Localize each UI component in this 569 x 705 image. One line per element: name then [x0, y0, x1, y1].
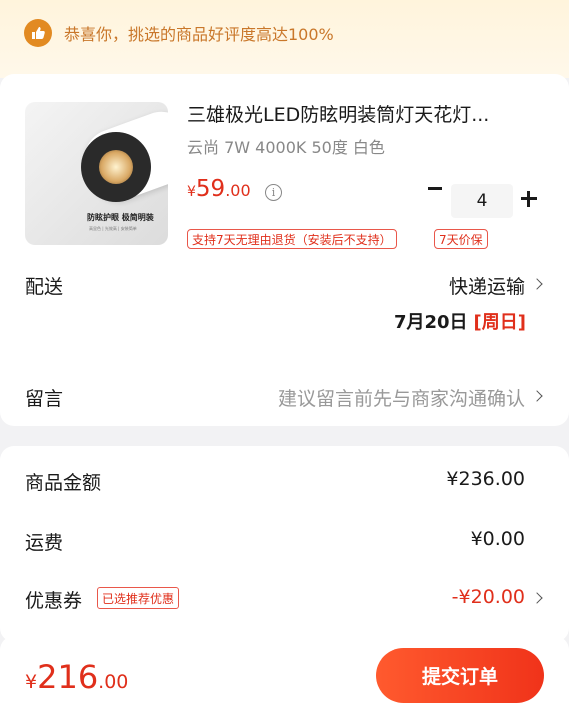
thumbs-up-icon: [24, 19, 52, 47]
message-input[interactable]: 建议留言前先与商家沟通确认: [278, 384, 525, 411]
return-policy-tag: 支持7天无理由退货（安装后不支持）: [187, 229, 397, 249]
image-subcaption: 高显色 | 光效高 | 安装简单: [89, 226, 137, 231]
price-integer: 59: [195, 176, 226, 202]
product-spec[interactable]: 云尚 7W 4000K 50度 白色: [187, 134, 385, 158]
goods-amount-label: 商品金额: [25, 472, 102, 494]
coupon-label: 优惠券: [25, 590, 83, 612]
unit-price: ¥ 59 .00: [187, 176, 251, 202]
product-title[interactable]: 三雄极光LED防眩明装筒灯天花灯...: [187, 100, 547, 127]
delivery-weekday: [周日]: [473, 312, 526, 333]
message-label: 留言: [25, 388, 64, 410]
quantity-input[interactable]: 4: [451, 184, 513, 218]
freight-value: ¥0.00: [470, 528, 525, 550]
info-icon[interactable]: i: [265, 184, 282, 201]
total-decimal: .00: [98, 671, 129, 693]
chevron-right-icon[interactable]: [531, 390, 543, 402]
goods-amount-value: ¥236.00: [446, 468, 525, 490]
total-price: ¥ 216 .00: [25, 658, 128, 696]
coupon-discount-value[interactable]: -¥20.00: [452, 586, 525, 608]
image-caption: 防眩护眼 极简明装: [87, 213, 154, 222]
product-image[interactable]: 防眩护眼 极简明装 高显色 | 光效高 | 安装简单: [25, 102, 168, 245]
checkout-bar: ¥ 216 .00 提交订单: [0, 636, 569, 705]
product-card: 防眩护眼 极简明装 高显色 | 光效高 | 安装简单 三雄极光LED防眩明装筒灯…: [0, 74, 569, 426]
total-symbol: ¥: [25, 671, 38, 693]
coupon-badge: 已选推荐优惠: [97, 587, 180, 609]
chevron-right-icon[interactable]: [531, 592, 543, 604]
submit-order-button[interactable]: 提交订单: [376, 648, 544, 703]
price-protection-tag: 7天价保: [434, 229, 488, 249]
delivery-date: 7月20日 [周日]: [394, 308, 526, 334]
price-decimal: .00: [225, 181, 251, 200]
quantity-increase-button[interactable]: [521, 191, 537, 207]
price-symbol: ¥: [187, 184, 196, 200]
lamp-head: [81, 132, 151, 202]
delivery-date-text: 7月20日: [393, 312, 468, 333]
quantity-decrease-button[interactable]: [428, 187, 442, 190]
freight-label: 运费: [25, 532, 64, 554]
shipping-method[interactable]: 快递运输: [449, 272, 525, 299]
banner-text: 恭喜你，挑选的商品好评度高达100%: [64, 25, 334, 44]
shipping-label: 配送: [25, 276, 64, 298]
total-integer: 216: [37, 658, 99, 696]
lamp-light: [99, 150, 133, 184]
chevron-right-icon[interactable]: [531, 278, 543, 290]
price-summary-card: 商品金额 ¥236.00 运费 ¥0.00 优惠券 已选推荐优惠 -¥20.00: [0, 446, 569, 642]
promo-banner: 恭喜你，挑选的商品好评度高达100%: [0, 0, 569, 78]
